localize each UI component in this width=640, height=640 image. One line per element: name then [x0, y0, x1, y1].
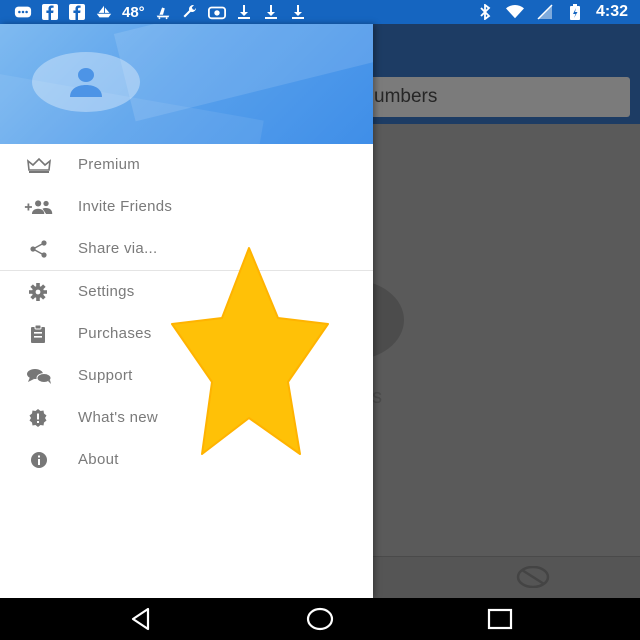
system-nav-bar	[0, 598, 640, 640]
crown-icon	[26, 157, 52, 173]
clock: 4:32	[595, 3, 628, 20]
menu-label: What's new	[78, 409, 159, 426]
menu-label: Premium	[78, 156, 141, 173]
menu-label: About	[78, 451, 119, 468]
block-icon[interactable]	[516, 566, 550, 588]
person-icon	[70, 68, 102, 97]
back-icon[interactable]	[128, 606, 154, 632]
star-icon	[171, 247, 329, 455]
wrench-icon	[183, 5, 196, 18]
info-icon	[31, 452, 47, 468]
menu-label: Invite Friends	[78, 198, 173, 215]
drawer-header	[0, 24, 373, 144]
gear-icon	[29, 283, 47, 301]
menu-label: Share via...	[78, 240, 158, 257]
search-bar[interactable]: umbers	[330, 77, 630, 117]
battery-icon	[569, 4, 580, 20]
bluetooth-icon	[480, 4, 491, 20]
status-bar: 48° 4:32	[0, 0, 640, 24]
share-icon	[30, 240, 47, 258]
temperature-text: 48°	[122, 3, 145, 21]
menu-label: Purchases	[78, 325, 152, 342]
app-faint-text: s	[372, 386, 382, 408]
facebook-icon	[69, 4, 85, 20]
signal-icon	[537, 4, 553, 20]
add-people-icon	[24, 200, 53, 215]
avatar[interactable]	[32, 52, 140, 112]
message-icon	[14, 6, 32, 18]
facebook-icon	[42, 4, 58, 20]
download-icon	[291, 5, 304, 19]
clipboard-icon	[31, 325, 45, 343]
home-icon[interactable]	[305, 606, 335, 632]
chat-icon	[27, 369, 52, 384]
menu-item-premium[interactable]: Premium	[0, 144, 373, 186]
recents-icon[interactable]	[486, 606, 514, 632]
menu-label: Support	[78, 367, 133, 384]
download-icon	[237, 5, 250, 19]
camera-icon	[207, 6, 226, 20]
menu-item-invite-friends[interactable]: Invite Friends	[0, 186, 373, 228]
skate-icon	[156, 7, 169, 20]
boat-icon	[96, 5, 112, 18]
menu-label: Settings	[78, 283, 135, 300]
new-badge-icon	[29, 409, 47, 427]
download-icon	[264, 5, 277, 19]
wifi-icon	[505, 4, 524, 19]
